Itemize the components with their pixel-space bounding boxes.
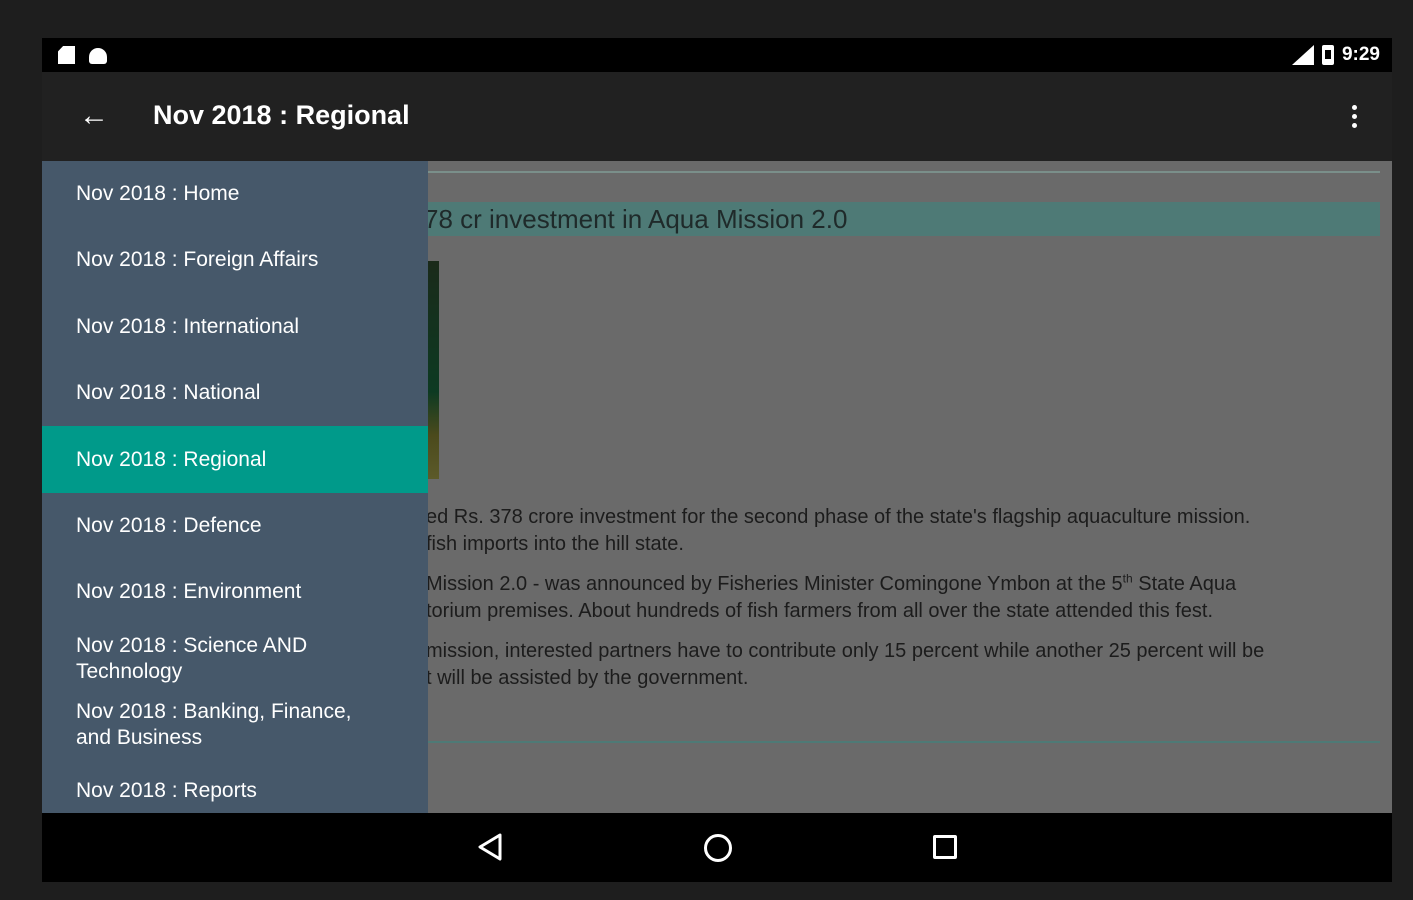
divider: [428, 171, 1380, 173]
article-body: ed Rs. 378 crore investment for the seco…: [426, 504, 1380, 705]
nav-home-icon[interactable]: [704, 834, 732, 862]
sd-card-icon: [58, 46, 75, 64]
paragraph: ed Rs. 378 crore investment for the seco…: [426, 506, 1251, 555]
arrow-left-icon[interactable]: ←: [76, 98, 112, 134]
drawer-item-foreign-affairs[interactable]: Nov 2018 : Foreign Affairs: [42, 227, 428, 293]
more-vert-icon[interactable]: [1342, 100, 1366, 132]
drawer-item-international[interactable]: Nov 2018 : International: [42, 293, 428, 360]
signal-icon: [1291, 45, 1314, 65]
nav-back-icon[interactable]: [478, 833, 502, 861]
battery-icon: [1321, 45, 1334, 65]
navigation-drawer: Nov 2018 : Home Nov 2018 : Foreign Affai…: [42, 161, 428, 813]
system-nav-bar: [42, 813, 1392, 882]
app-bar: ← Nov 2018 : Regional: [42, 72, 1392, 161]
status-bar: 9:29: [42, 38, 1392, 72]
drawer-item-national[interactable]: Nov 2018 : National: [42, 360, 428, 426]
nav-recents-icon[interactable]: [933, 835, 957, 859]
divider: [428, 741, 1380, 743]
drawer-item-home[interactable]: Nov 2018 : Home: [42, 161, 428, 227]
drawer-item-regional[interactable]: Nov 2018 : Regional: [42, 426, 428, 493]
android-icon: [89, 48, 107, 64]
paragraph: Mission 2.0 - was announced by Fisheries…: [426, 571, 1237, 622]
status-clock: 9:29: [1341, 44, 1380, 65]
paragraph: mission, interested partners have to con…: [426, 640, 1265, 689]
drawer-item-defence[interactable]: Nov 2018 : Defence: [42, 493, 428, 559]
page-title: Nov 2018 : Regional: [153, 100, 410, 130]
headline-bar: 78 cr investment in Aqua Mission 2.0: [424, 202, 1380, 236]
drawer-item-science-technology[interactable]: Nov 2018 : Science AND Technology: [42, 625, 428, 692]
article-headline: 78 cr investment in Aqua Mission 2.0: [424, 204, 848, 234]
drawer-item-banking-finance[interactable]: Nov 2018 : Banking, Finance, and Busines…: [42, 692, 428, 758]
drawer-item-environment[interactable]: Nov 2018 : Environment: [42, 559, 428, 625]
device-frame: 9:29 ← Nov 2018 : Regional 78 cr investm…: [42, 38, 1392, 882]
